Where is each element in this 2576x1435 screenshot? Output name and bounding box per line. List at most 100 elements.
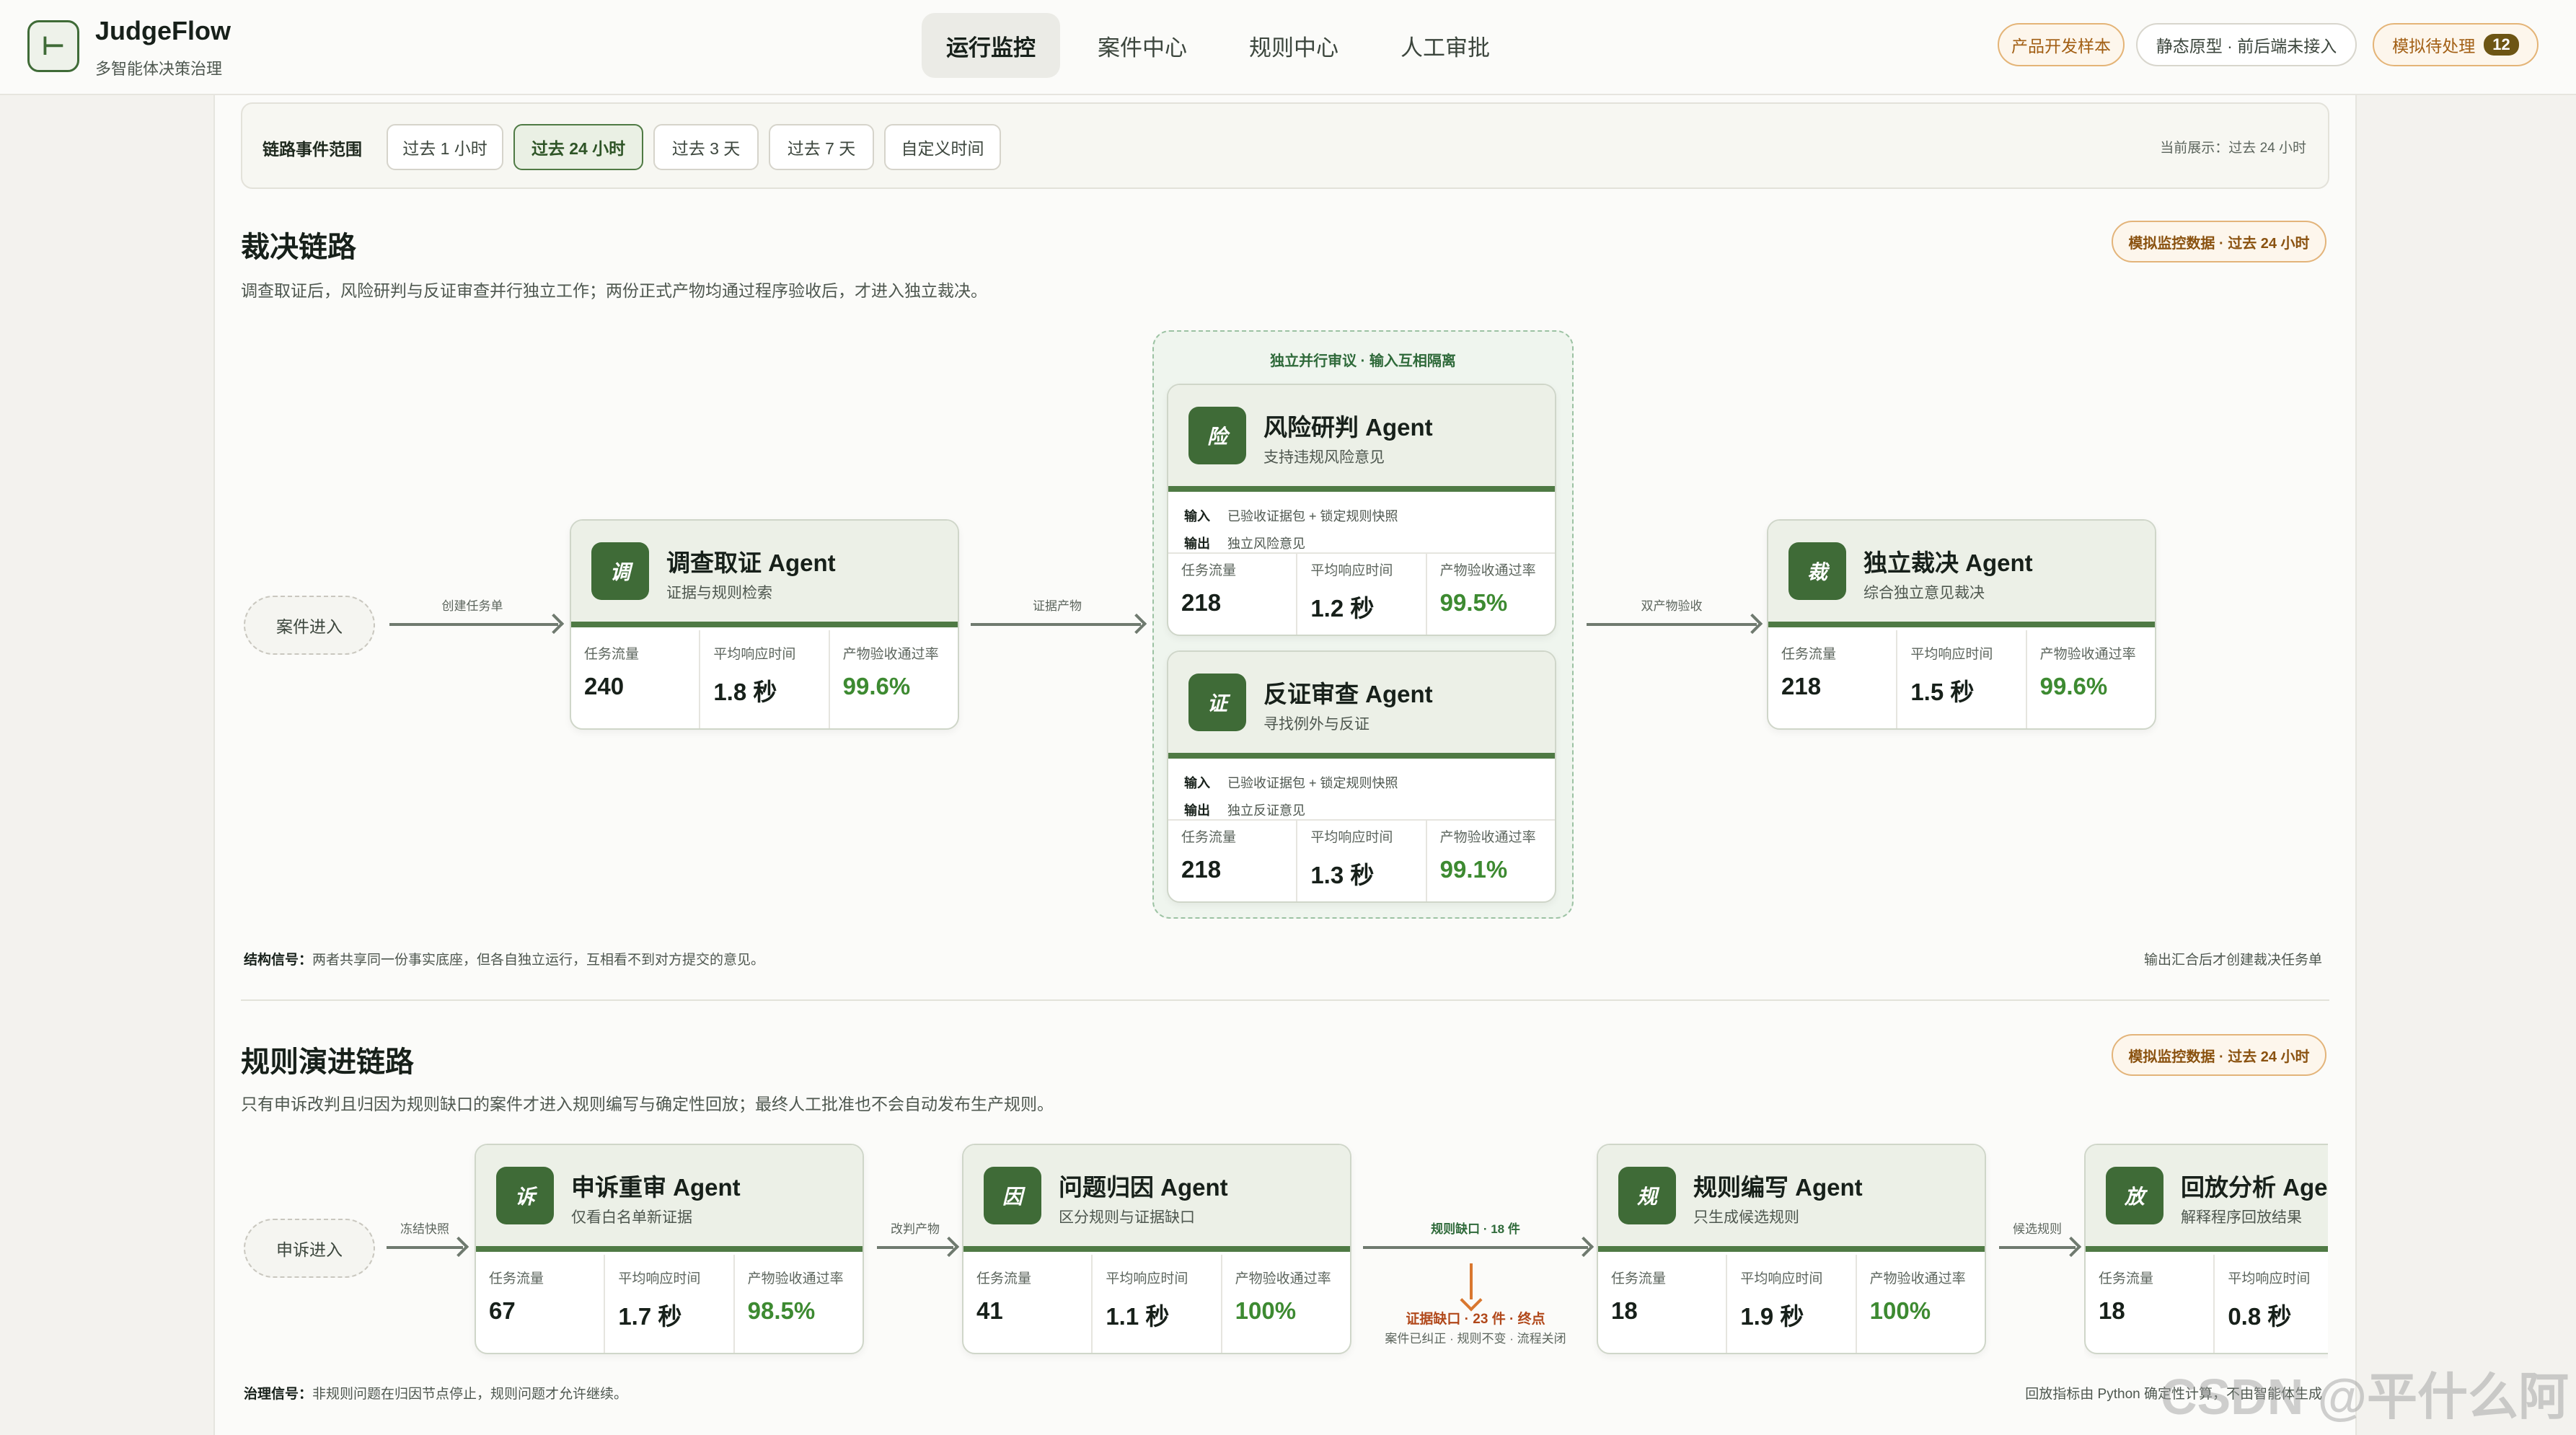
- rules-desc: 只有申诉改判且归因为规则缺口的案件才进入规则编写与确定性回放；最终人工批准也不会…: [241, 1095, 1054, 1113]
- edge-arrow: [971, 623, 1141, 626]
- rules-data-tag: 模拟监控数据 · 过去 24 小时: [2112, 1034, 2326, 1076]
- pending-count-badge: 12: [2484, 34, 2519, 56]
- evidence-gap-label: 证据缺口 · 23 件 · 终点: [1406, 1312, 1545, 1327]
- agent-subtitle: 支持违规风险意见: [1263, 449, 1385, 466]
- edge-label-candidate: 候选规则: [2013, 1222, 2062, 1236]
- agent-card-appeal[interactable]: 诉申诉重审 Agent 仅看白名单新证据 任务流量 67 平均响应时间 1.7 秒 产物验…: [475, 1144, 864, 1354]
- agent-card-investigation[interactable]: 调调查取证 Agent 证据与规则检索 任务流量 240 平均响应时间 1.8 秒 产物验…: [570, 519, 959, 730]
- agent-icon: 因: [984, 1167, 1041, 1224]
- agent-card-replay[interactable]: 放回放分析 Agent解释程序回放结果 任务流量18平均响应时间0.8 秒产物验…: [2084, 1144, 2328, 1354]
- metric-flow: 67: [489, 1297, 516, 1324]
- agent-icon: 诉: [496, 1167, 554, 1224]
- agent-card-attribution[interactable]: 因问题归因 Agent 区分规则与证据缺口 任务流量 41 平均响应时间 1.1 秒 产物…: [962, 1144, 1351, 1354]
- app-logo-icon[interactable]: ⊢: [27, 20, 79, 72]
- structure-signal: 结构信号：两者共享同一份事实底座，但各自独立运行，互相看不到对方提交的意见。: [244, 953, 765, 968]
- edge-label-rule-gap: 规则缺口 · 18 件: [1431, 1222, 1520, 1236]
- agent-icon: 调: [591, 542, 649, 600]
- agent-input: 已验收证据包 + 锁定规则快照: [1227, 509, 1398, 524]
- agent-output: 独立风险意见: [1227, 537, 1305, 551]
- adjudication-desc: 调查取证后，风险研判与反证审查并行独立工作；两份正式产物均通过程序验收后，才进入…: [241, 281, 987, 300]
- metric-pass-rate: 98.5%: [747, 1297, 816, 1324]
- metric-latency: 1.3 秒: [1310, 862, 1375, 888]
- governance-signal: 治理信号：非规则问题在归因节点停止，规则问题才允许继续。: [244, 1387, 628, 1402]
- metric-latency: 1.5 秒: [1910, 679, 1975, 705]
- adjudication-data-tag: 模拟监控数据 · 过去 24 小时: [2112, 221, 2326, 262]
- filter-7d[interactable]: 过去 7 天: [769, 124, 874, 170]
- metric-flow: 218: [1181, 856, 1222, 883]
- metric-pass-rate: 99.6%: [2039, 673, 2108, 699]
- nav-cases[interactable]: 案件中心: [1073, 13, 1212, 78]
- static-badge: 静态原型 · 前后端未接入: [2136, 23, 2357, 66]
- filter-custom[interactable]: 自定义时间: [884, 124, 1001, 170]
- top-bar: ⊢ JudgeFlow 多智能体决策治理 运行监控 案件中心 规则中心 人工审批…: [0, 0, 2576, 95]
- io-out-label: 输出: [1184, 803, 1210, 818]
- agent-subtitle: 解释程序回放结果: [2181, 1209, 2302, 1226]
- filter-label: 链路事件范围: [263, 140, 362, 159]
- agent-icon: 放: [2106, 1167, 2163, 1224]
- metric-label: 任务流量: [584, 647, 640, 662]
- edge-arrow: [1587, 623, 1757, 626]
- metric-latency: 1.9 秒: [1740, 1303, 1804, 1330]
- agent-icon: 规: [1618, 1167, 1676, 1224]
- agent-icon: 险: [1188, 407, 1246, 464]
- pending-button[interactable]: 模拟待处理 12: [2373, 23, 2538, 66]
- agent-card-counter-evidence[interactable]: 证反证审查 Agent 寻找例外与反证 输入 已验收证据包 + 锁定规则快照 输出 独立…: [1167, 650, 1556, 903]
- structure-signal-right: 输出汇合后才创建裁决任务单: [2143, 953, 2322, 968]
- metric-pass-rate: 99.5%: [1439, 589, 1508, 616]
- nav-approval[interactable]: 人工审批: [1376, 13, 1514, 78]
- agent-title: 反证审查 Agent: [1263, 681, 1433, 707]
- agent-input: 已验收证据包 + 锁定规则快照: [1227, 776, 1398, 790]
- nav-rules[interactable]: 规则中心: [1225, 13, 1363, 78]
- metric-pass-rate: 99.6%: [842, 673, 911, 699]
- agent-title: 独立裁决 Agent: [1863, 549, 2033, 576]
- agent-icon: 裁: [1788, 542, 1846, 600]
- metric-flow: 18: [1611, 1297, 1638, 1324]
- metric-label: 产物验收通过率: [1439, 563, 1536, 578]
- agent-subtitle: 仅看白名单新证据: [571, 1209, 692, 1226]
- metric-label: 平均响应时间: [713, 647, 796, 662]
- metric-label: 产物验收通过率: [1235, 1271, 1331, 1286]
- filter-3d[interactable]: 过去 3 天: [653, 124, 759, 170]
- metric-label: 任务流量: [2099, 1271, 2154, 1286]
- edge-label-evidence: 证据产物: [1033, 599, 1082, 613]
- agent-title: 问题归因 Agent: [1059, 1174, 1228, 1201]
- edge-arrow: [877, 1246, 953, 1249]
- watermark: CSDN @平什么阿: [2160, 1369, 2569, 1425]
- metric-label: 产物验收通过率: [1869, 1271, 1966, 1286]
- metric-label: 任务流量: [976, 1271, 1032, 1286]
- edge-arrow: [389, 623, 558, 626]
- sample-badge: 产品开发样本: [1998, 23, 2125, 66]
- agent-output: 独立反证意见: [1227, 803, 1305, 818]
- filter-1h[interactable]: 过去 1 小时: [387, 124, 503, 170]
- agent-subtitle: 只生成候选规则: [1693, 1209, 1799, 1226]
- nav-monitor[interactable]: 运行监控: [922, 13, 1060, 78]
- metric-latency: 1.8 秒: [713, 679, 777, 705]
- metric-label: 任务流量: [1611, 1271, 1667, 1286]
- metric-label: 平均响应时间: [1740, 1271, 1823, 1286]
- card-clip: 放回放分析 Agent解释程序回放结果 任务流量18平均响应时间0.8 秒产物验…: [2084, 1139, 2328, 1359]
- metric-label: 产物验收通过率: [2039, 647, 2136, 662]
- agent-card-risk[interactable]: 险风险研判 Agent 支持违规风险意见 输入 已验收证据包 + 锁定规则快照 输出 独…: [1167, 384, 1556, 636]
- filter-24h[interactable]: 过去 24 小时: [513, 124, 643, 170]
- appeal-entry-node[interactable]: 申诉进入: [244, 1219, 375, 1278]
- current-range: 当前展示：过去 24 小时: [2160, 141, 2306, 156]
- metric-label: 平均响应时间: [2228, 1271, 2311, 1286]
- agent-icon: 证: [1188, 674, 1246, 731]
- io-in-label: 输入: [1184, 776, 1210, 790]
- edge-label-revision: 改判产物: [891, 1222, 940, 1236]
- metric-label: 平均响应时间: [1310, 563, 1393, 578]
- io-out-label: 输出: [1184, 537, 1210, 551]
- metric-latency: 1.7 秒: [618, 1303, 682, 1330]
- metric-pass-rate: 100%: [1235, 1297, 1297, 1324]
- agent-card-adjudication[interactable]: 裁独立裁决 Agent 综合独立意见裁决 任务流量 218 平均响应时间 1.5 秒 产物…: [1767, 519, 2156, 730]
- agent-card-rule-writing[interactable]: 规规则编写 Agent 只生成候选规则 任务流量 18 平均响应时间 1.9 秒 产物验收…: [1597, 1144, 1986, 1354]
- metric-latency: 0.8 秒: [2228, 1303, 2292, 1330]
- metric-label: 任务流量: [1181, 563, 1237, 578]
- agent-subtitle: 证据与规则检索: [666, 585, 772, 601]
- metric-flow: 218: [1181, 589, 1222, 616]
- case-entry-node[interactable]: 案件进入: [244, 596, 375, 655]
- agent-title: 调查取证 Agent: [666, 549, 836, 576]
- edge-label-freeze: 冻结快照: [400, 1222, 449, 1236]
- metric-label: 平均响应时间: [1106, 1271, 1188, 1286]
- agent-title: 规则编写 Agent: [1693, 1174, 1863, 1201]
